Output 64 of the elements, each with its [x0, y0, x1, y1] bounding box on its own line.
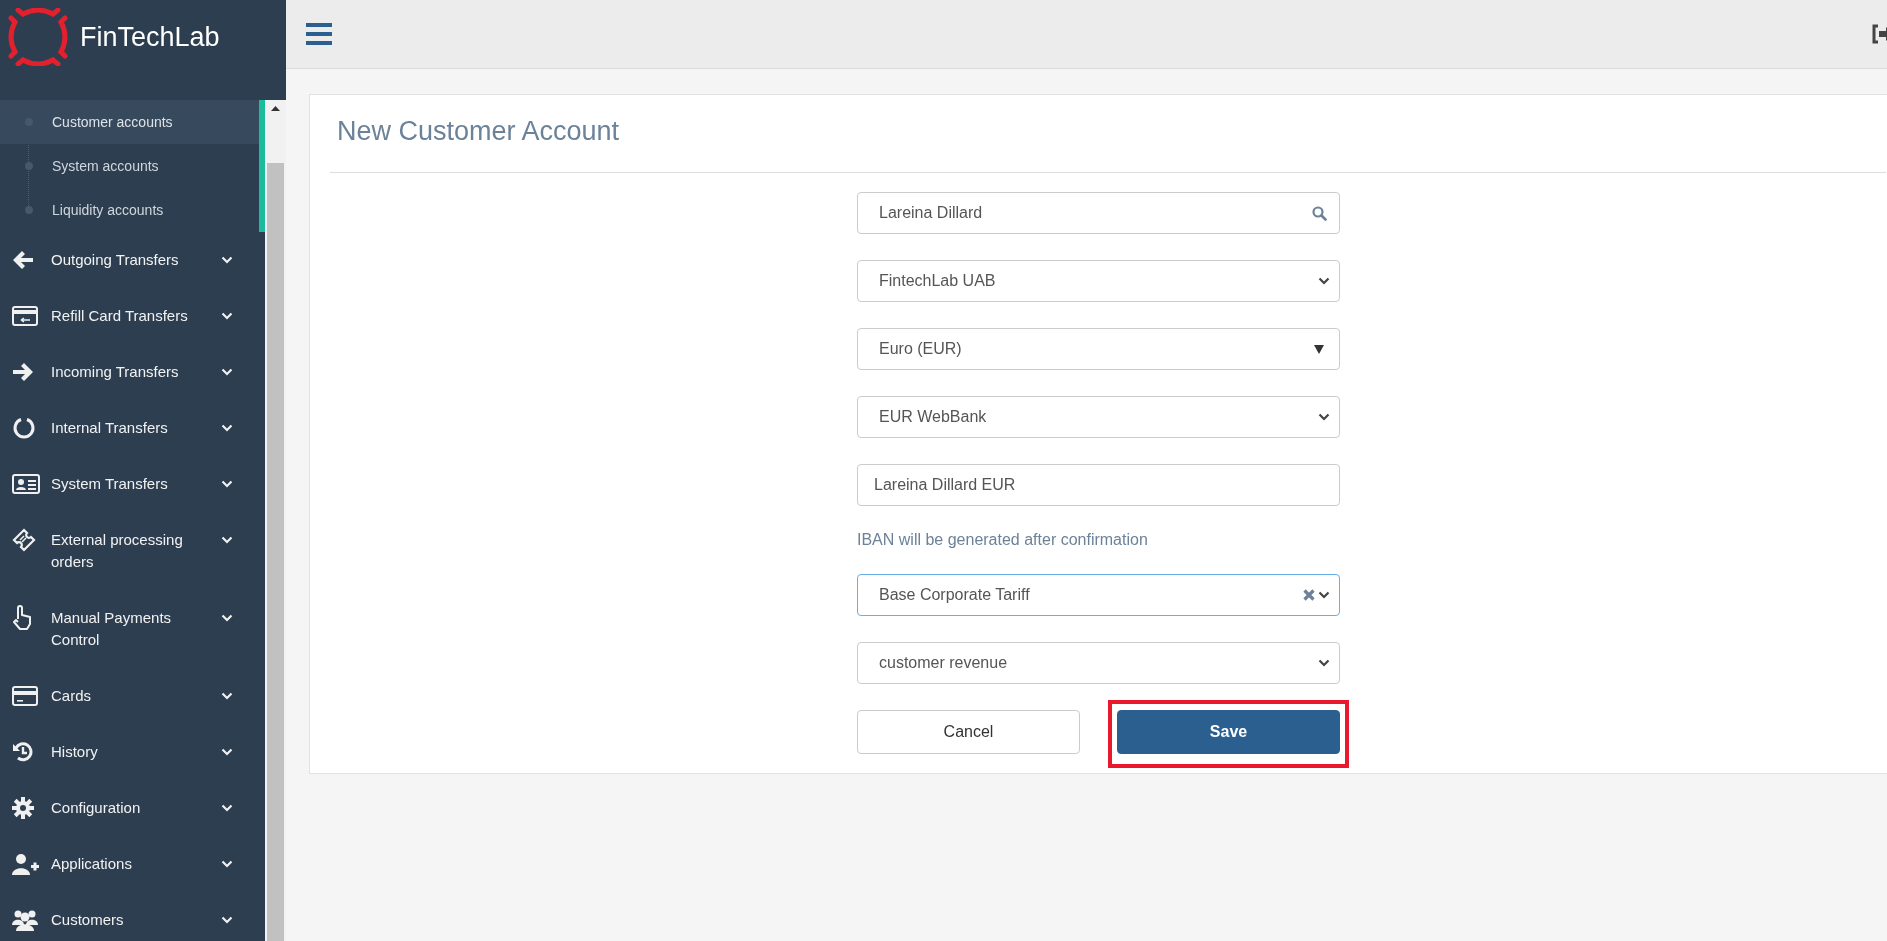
page-title: New Customer Account — [330, 95, 1886, 173]
logout-icon[interactable] — [1871, 24, 1887, 44]
chevron-down-icon — [1318, 591, 1330, 599]
scrollbar[interactable] — [265, 100, 286, 941]
pointing-hand-icon — [12, 605, 34, 631]
search-icon[interactable] — [1312, 205, 1327, 221]
sidebar-item[interactable]: History — [0, 724, 265, 780]
chevron-down-icon — [1318, 277, 1330, 285]
brand-name: FinTechLab — [80, 21, 220, 54]
sidebar-item[interactable]: Configuration — [0, 780, 265, 836]
sidebar-item[interactable]: Applications — [0, 836, 265, 892]
chevron-down-icon — [221, 748, 233, 756]
sidebar-item[interactable]: External processing orders — [0, 512, 265, 590]
users-icon — [12, 909, 38, 931]
dropdown-field[interactable]: Euro (EUR) — [857, 328, 1340, 370]
info-text: IBAN will be generated after confirmation — [857, 530, 1149, 550]
sidebar-item[interactable]: System Transfers — [0, 456, 265, 512]
chevron-down-icon — [1318, 413, 1330, 421]
sidebar-item[interactable]: Manual Payments Control — [0, 590, 265, 668]
chevron-down-icon — [221, 312, 233, 320]
sidebar-subitem[interactable]: Customer accounts — [0, 100, 259, 144]
chevron-down-icon — [221, 368, 233, 376]
chevron-down-icon — [221, 480, 233, 488]
ticket-icon — [12, 528, 36, 552]
chevron-down-icon — [1318, 659, 1330, 667]
card-icon — [12, 306, 38, 326]
select-field[interactable]: FintechLab UAB — [857, 260, 1340, 302]
sidebar-item[interactable]: Internal Transfers — [0, 400, 265, 456]
chevron-down-icon — [221, 536, 233, 544]
input-field[interactable]: Lareina Dillard EUR — [857, 464, 1340, 506]
sidebar-item[interactable]: Customers — [0, 892, 265, 941]
sidebar-item[interactable]: Incoming Transfers — [0, 344, 265, 400]
select-field[interactable]: customer revenue — [857, 642, 1340, 684]
chevron-down-icon — [221, 424, 233, 432]
sidebar-subitem[interactable]: Liquidity accounts — [0, 188, 259, 232]
ring-icon — [12, 416, 36, 440]
sidebar-subitem[interactable]: System accounts — [0, 144, 259, 188]
chevron-down-icon — [221, 614, 233, 622]
chevron-down-icon — [221, 804, 233, 812]
chevron-down-icon — [221, 916, 233, 924]
id-card-icon — [12, 474, 40, 494]
sidebar-item[interactable]: Refill Card Transfers — [0, 288, 265, 344]
save-button[interactable]: Save — [1117, 710, 1340, 754]
menu-icon[interactable] — [306, 23, 332, 45]
chevron-down-icon — [221, 256, 233, 264]
sidebar-item[interactable]: Cards — [0, 668, 265, 724]
logo-icon — [8, 8, 68, 66]
history-icon — [12, 741, 34, 763]
arrow-left-icon — [12, 250, 34, 270]
search-field[interactable]: Lareina Dillard — [857, 192, 1340, 234]
clear-icon[interactable] — [1303, 589, 1315, 601]
scroll-up-arrow-icon[interactable] — [271, 106, 280, 111]
user-plus-icon — [12, 853, 40, 875]
chevron-down-icon — [221, 860, 233, 868]
scrollbar-thumb[interactable] — [267, 163, 284, 941]
select-field[interactable]: EUR WebBank — [857, 396, 1340, 438]
card-icon — [12, 686, 38, 706]
select-field[interactable]: Base Corporate Tariff — [857, 574, 1340, 616]
sidebar-item[interactable]: Outgoing Transfers — [0, 232, 265, 288]
chevron-down-icon — [221, 692, 233, 700]
triangle-down-icon — [1314, 344, 1324, 354]
arrow-right-icon — [12, 362, 34, 382]
cancel-button[interactable]: Cancel — [857, 710, 1080, 754]
settings-icon — [12, 797, 34, 819]
